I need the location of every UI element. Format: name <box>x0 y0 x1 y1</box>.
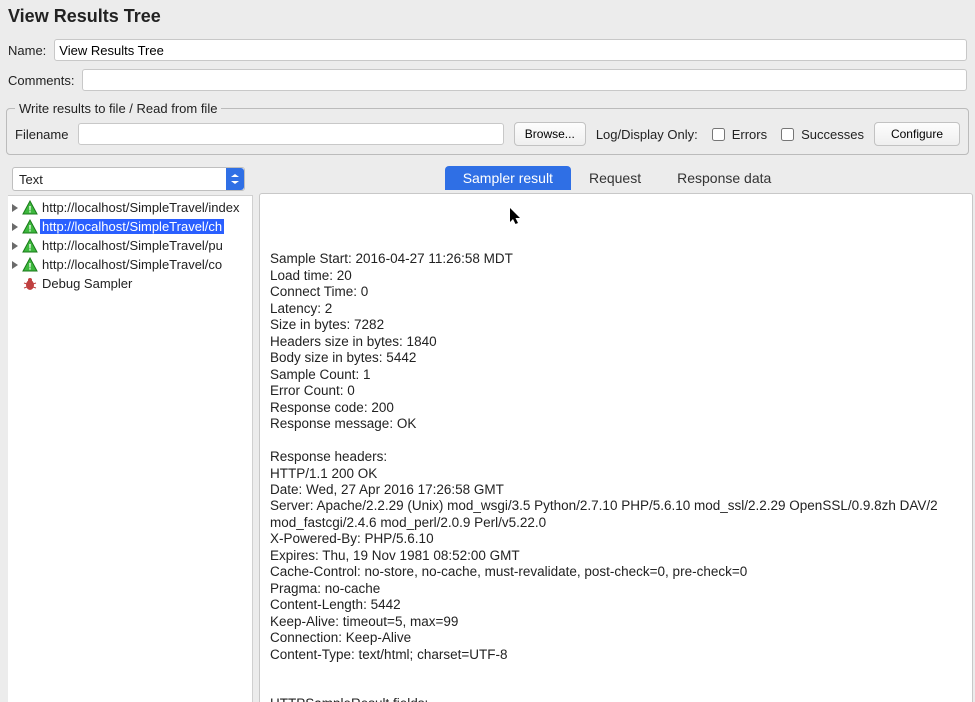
svg-text:!: ! <box>29 242 32 252</box>
results-tree[interactable]: ! http://localhost/SimpleTravel/index! htt… <box>8 195 253 702</box>
tab-response-data[interactable]: Response data <box>659 166 789 190</box>
successes-checkbox-input[interactable] <box>781 128 794 141</box>
comments-field[interactable] <box>82 69 967 91</box>
sampler-result-panel[interactable]: Sample Start: 2016-04-27 11:26:58 MDT Lo… <box>259 193 973 702</box>
tree-item-label: http://localhost/SimpleTravel/index <box>40 200 242 215</box>
comments-label: Comments: <box>8 73 74 88</box>
filename-field[interactable] <box>78 123 503 145</box>
result-pass-icon: ! <box>22 200 38 216</box>
tree-item[interactable]: Debug Sampler <box>8 274 252 293</box>
result-pass-icon: ! <box>22 238 38 254</box>
tree-item-label: http://localhost/SimpleTravel/ch <box>40 219 224 234</box>
renderer-combo[interactable]: Text <box>12 167 245 191</box>
svg-text:!: ! <box>29 261 32 271</box>
successes-label: Successes <box>801 127 864 142</box>
errors-label: Errors <box>732 127 767 142</box>
svg-text:!: ! <box>29 223 32 233</box>
tree-expand-icon[interactable] <box>10 223 20 231</box>
tree-item[interactable]: ! http://localhost/SimpleTravel/pu <box>8 236 252 255</box>
tree-item-label: http://localhost/SimpleTravel/co <box>40 257 224 272</box>
listener-title: View Results Tree <box>0 0 975 37</box>
tree-expand-icon[interactable] <box>10 242 20 250</box>
sampler-result-text: Sample Start: 2016-04-27 11:26:58 MDT Lo… <box>270 251 962 702</box>
errors-checkbox[interactable]: Errors <box>708 125 767 144</box>
successes-checkbox[interactable]: Successes <box>777 125 864 144</box>
tree-item[interactable]: ! http://localhost/SimpleTravel/ch <box>8 217 252 236</box>
mouse-cursor-icon <box>510 208 522 226</box>
tab-request[interactable]: Request <box>571 166 659 190</box>
file-panel: Write results to file / Read from file F… <box>6 101 969 155</box>
tab-sampler-result[interactable]: Sampler result <box>445 166 571 190</box>
name-field[interactable] <box>54 39 967 61</box>
file-panel-legend: Write results to file / Read from file <box>15 101 221 116</box>
renderer-combo-value: Text <box>19 172 43 187</box>
tree-expand-icon[interactable] <box>10 204 20 212</box>
log-display-label: Log/Display Only: <box>596 127 698 142</box>
result-pass-icon: ! <box>22 219 38 235</box>
combo-arrow-icon <box>226 168 244 190</box>
tree-item[interactable]: ! http://localhost/SimpleTravel/co <box>8 255 252 274</box>
tree-item-label: http://localhost/SimpleTravel/pu <box>40 238 225 253</box>
name-label: Name: <box>8 43 46 58</box>
svg-text:!: ! <box>29 204 32 214</box>
configure-button[interactable]: Configure <box>874 122 960 146</box>
tree-item[interactable]: ! http://localhost/SimpleTravel/index <box>8 198 252 217</box>
result-tabs: Sampler resultRequestResponse data <box>259 163 975 193</box>
debug-sampler-icon <box>22 276 38 292</box>
tree-item-label: Debug Sampler <box>40 276 134 291</box>
errors-checkbox-input[interactable] <box>712 128 725 141</box>
result-pass-icon: ! <box>22 257 38 273</box>
tree-expand-icon[interactable] <box>10 261 20 269</box>
filename-label: Filename <box>15 127 68 142</box>
browse-button[interactable]: Browse... <box>514 122 586 146</box>
